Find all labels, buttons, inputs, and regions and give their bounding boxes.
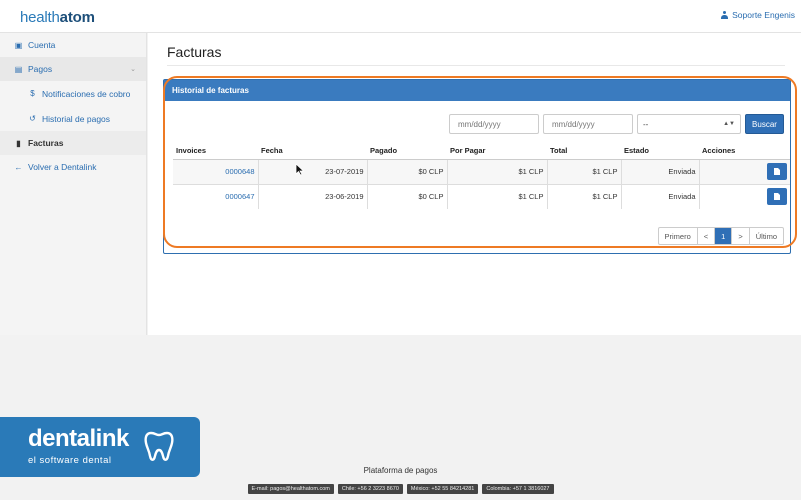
contact-email-badge[interactable]: E-mail: pagos@healthatom.com [247,484,334,494]
table-header-row: Invoices Fecha Pagado Por Pagar Total Es… [173,142,790,160]
logo-suffix: atom [59,9,95,26]
footer-contacts: E-mail: pagos@healthatom.com Chile: +56 … [0,484,801,494]
sidebar-item-pagos[interactable]: ▤ Pagos ⌄ [0,57,146,81]
footer-title: Plataforma de pagos [363,466,438,475]
date-from-input[interactable] [449,114,539,134]
cell-pagado: $0 CLP [366,158,447,184]
invoice-history-panel: Historial de facturas -- ▲▼ Buscar Invoi… [163,79,791,254]
brand-tagline: el software dental [28,455,112,466]
sidebar-item-label: Pagos [28,64,53,74]
document-icon [774,168,780,175]
pager-last[interactable]: Último [748,228,783,244]
history-icon: ↺ [29,114,36,123]
sidebar-item-volver[interactable]: ← Volver a Dentalink [0,155,146,179]
user-menu[interactable]: Soporte Engenis [721,10,795,20]
dollar-icon: $ [30,89,35,98]
sidebar-item-historial-pagos[interactable]: ↺ Historial de pagos [0,106,146,131]
sidebar-item-cuenta[interactable]: ▣ Cuenta [0,33,146,57]
col-pagado: Pagado [367,142,447,160]
cell-por-pagar: $1 CLP [446,158,547,184]
main-content: Facturas Historial de facturas -- ▲▼ Bus… [148,33,801,335]
sidebar-item-facturas[interactable]: ▮ Facturas [0,131,146,155]
col-invoices: Invoices [173,142,258,160]
contact-colombia-badge[interactable]: Colombia: +57 1 3816027 [482,484,554,494]
file-icon: ▮ [16,138,21,148]
sidebar-item-label: Notificaciones de cobro [42,88,131,99]
cell-estado: Enviada [620,158,699,184]
table-row: 0000648 23-07-2019 $0 CLP $1 CLP $1 CLP … [173,158,790,184]
cell-total: $1 CLP [546,158,621,184]
healthatom-logo[interactable]: healthatom [20,9,95,26]
cell-acciones [698,158,790,184]
search-button[interactable]: Buscar [745,114,784,134]
estado-select[interactable]: -- ▲▼ [637,114,741,134]
pager-current-page[interactable]: 1 [714,228,732,244]
table-row: 0000647 23-06-2019 $0 CLP $1 CLP $1 CLP … [173,183,790,209]
select-arrows-icon: ▲▼ [723,121,735,127]
cell-por-pagar: $1 CLP [446,183,547,209]
cell-fecha: 23-06-2019 [257,183,367,209]
sidebar: ▣ Cuenta ▤ Pagos ⌄ $ Notificaciones de c… [0,33,147,335]
col-acciones: Acciones [699,142,790,160]
sidebar-item-label: Facturas [28,138,64,148]
cell-acciones [698,183,790,209]
cell-estado: Enviada [620,183,699,209]
sidebar-item-notificaciones[interactable]: $ Notificaciones de cobro [0,81,146,106]
logo-prefix: health [20,9,60,26]
top-bar: healthatom Soporte Engenis [0,0,801,33]
document-icon [774,193,780,201]
contact-mexico-badge[interactable]: México: +52 55 84214281 [406,484,479,494]
money-icon: ▤ [14,64,23,74]
cell-total: $1 CLP [546,183,621,209]
cell-pagado: $0 CLP [366,183,447,209]
invoice-link[interactable]: 0000647 [173,183,258,209]
invoice-link[interactable]: 0000648 [173,158,258,184]
col-total: Total [547,142,621,160]
tooth-icon [144,431,174,461]
arrow-left-icon: ← [14,162,23,172]
chevron-down-icon: ⌄ [130,66,136,73]
sidebar-item-label: Cuenta [28,40,56,50]
filter-bar: -- ▲▼ Buscar [449,114,784,134]
date-to-input[interactable] [543,114,633,134]
col-por-pagar: Por Pagar [447,142,547,160]
divider [167,65,785,66]
contact-chile-badge[interactable]: Chile: +56 2 3223 8670 [337,484,403,494]
panel-title: Historial de facturas [164,80,790,101]
bank-icon: ▣ [14,40,23,50]
col-estado: Estado [621,142,699,160]
pager-prev[interactable]: < [696,228,714,244]
user-name: Soporte Engenis [732,10,795,20]
pager-next[interactable]: > [731,228,748,244]
view-document-button[interactable] [767,163,787,180]
cell-fecha: 23-07-2019 [257,158,367,184]
brand-name: dentalink [28,425,129,452]
sidebar-item-label: Historial de pagos [42,113,111,124]
sidebar-item-label: Volver a Dentalink [28,162,97,172]
invoices-table: Invoices Fecha Pagado Por Pagar Total Es… [173,142,790,209]
pagination: Primero < 1 > Último [657,227,784,245]
page-title: Facturas [167,44,222,60]
view-document-button[interactable] [767,188,787,206]
col-fecha: Fecha [258,142,367,160]
user-icon [721,11,729,19]
estado-select-value: -- [643,119,649,129]
pager-first[interactable]: Primero [659,228,697,244]
